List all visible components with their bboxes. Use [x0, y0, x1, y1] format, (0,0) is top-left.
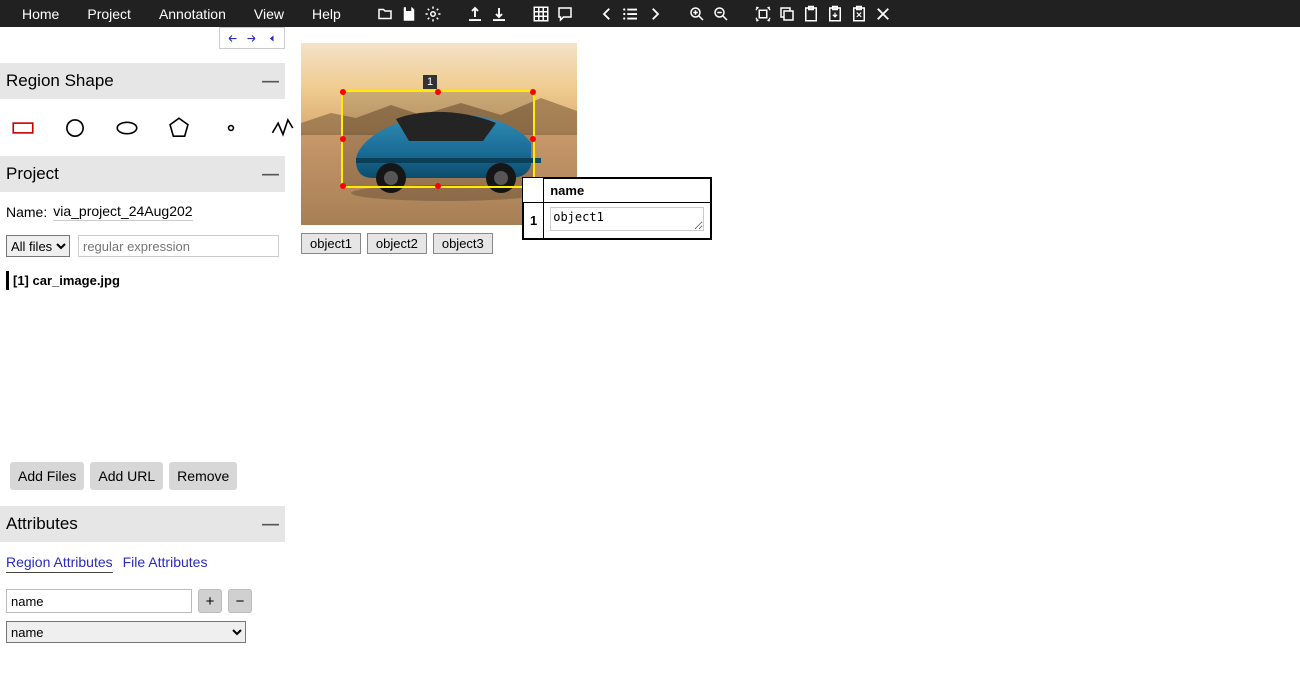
file-list: [1] car_image.jpg	[6, 265, 279, 296]
menu-help[interactable]: Help	[298, 6, 355, 22]
shape-circle[interactable]	[62, 115, 88, 144]
annotation-editor-icon[interactable]	[553, 2, 577, 26]
remove-file-button[interactable]: Remove	[169, 462, 237, 490]
tab-file-attributes[interactable]: File Attributes	[123, 554, 208, 573]
shape-rectangle[interactable]	[10, 115, 36, 144]
object-button[interactable]: object2	[367, 233, 427, 254]
save-project-icon[interactable]	[397, 2, 421, 26]
object-button[interactable]: object1	[301, 233, 361, 254]
region-label: 1	[423, 75, 437, 89]
delete-icon[interactable]	[871, 2, 895, 26]
shape-polygon[interactable]	[166, 115, 192, 144]
project-panel-header[interactable]: Project —	[0, 156, 285, 192]
file-filter-select[interactable]: All files	[6, 235, 70, 257]
paste-regions-icon[interactable]	[823, 2, 847, 26]
menu-home[interactable]: Home	[8, 6, 73, 22]
project-title: Project	[6, 164, 59, 184]
settings-icon[interactable]	[421, 2, 445, 26]
project-panel-body: Name: All files [1] car_image.jpg Add Fi…	[0, 192, 285, 506]
file-list-item[interactable]: [1] car_image.jpg	[6, 271, 279, 290]
attributes-panel-header[interactable]: Attributes —	[0, 506, 285, 542]
select-all-icon[interactable]	[751, 2, 775, 26]
attributes-title: Attributes	[6, 514, 78, 534]
region-shape-header[interactable]: Region Shape —	[0, 63, 285, 99]
left-sidebar: Region Shape — Project — Name: All files	[0, 27, 285, 683]
delete-regions-icon[interactable]	[847, 2, 871, 26]
object-button[interactable]: object3	[433, 233, 493, 254]
menu-view[interactable]: View	[240, 6, 298, 22]
sidebar-nav-mini	[219, 27, 285, 49]
collapse-arrow-icon[interactable]	[266, 30, 278, 46]
add-attribute-button[interactable]: +	[198, 589, 222, 613]
copy-icon[interactable]	[775, 2, 799, 26]
attribute-select[interactable]: name	[6, 621, 246, 643]
top-toolbar: Home Project Annotation View Help	[0, 0, 1300, 27]
region-attribute-popup[interactable]: name 1 object1	[522, 177, 712, 240]
project-name-label: Name:	[6, 204, 47, 220]
import-icon[interactable]	[463, 2, 487, 26]
shape-ellipse[interactable]	[114, 115, 140, 144]
image-list-icon[interactable]	[619, 2, 643, 26]
attributes-panel-body: Region Attributes File Attributes + − na…	[0, 542, 285, 655]
next-image-icon[interactable]	[643, 2, 667, 26]
region-bounding-box[interactable]: 1	[341, 90, 535, 188]
region-shape-body	[0, 99, 285, 156]
zoom-out-icon[interactable]	[709, 2, 733, 26]
export-icon[interactable]	[487, 2, 511, 26]
open-project-icon[interactable]	[373, 2, 397, 26]
shape-point[interactable]	[218, 115, 244, 144]
prev-arrow-icon[interactable]	[226, 30, 238, 46]
region-shape-title: Region Shape	[6, 71, 114, 91]
object-button-row: object1 object2 object3	[301, 233, 1284, 254]
attribute-name-input[interactable]	[6, 589, 192, 613]
zoom-in-icon[interactable]	[685, 2, 709, 26]
add-url-button[interactable]: Add URL	[90, 462, 163, 490]
add-files-button[interactable]: Add Files	[10, 462, 84, 490]
tab-region-attributes[interactable]: Region Attributes	[6, 554, 113, 573]
menu-project[interactable]: Project	[73, 6, 145, 22]
project-name-input[interactable]	[53, 202, 193, 221]
file-regex-input[interactable]	[78, 235, 279, 257]
grid-view-icon[interactable]	[529, 2, 553, 26]
remove-attribute-button[interactable]: −	[228, 589, 252, 613]
popup-value-textarea[interactable]: object1	[550, 207, 704, 231]
collapse-icon: —	[262, 514, 279, 534]
canvas-area: 1 object1 object2 object3 name	[285, 27, 1300, 683]
collapse-icon: —	[262, 164, 279, 184]
prev-image-icon[interactable]	[595, 2, 619, 26]
popup-header-name: name	[544, 179, 711, 203]
next-arrow-icon[interactable]	[246, 30, 258, 46]
menu-annotation[interactable]: Annotation	[145, 6, 240, 22]
paste-icon[interactable]	[799, 2, 823, 26]
popup-row-number: 1	[524, 203, 544, 239]
collapse-icon: —	[262, 71, 279, 91]
